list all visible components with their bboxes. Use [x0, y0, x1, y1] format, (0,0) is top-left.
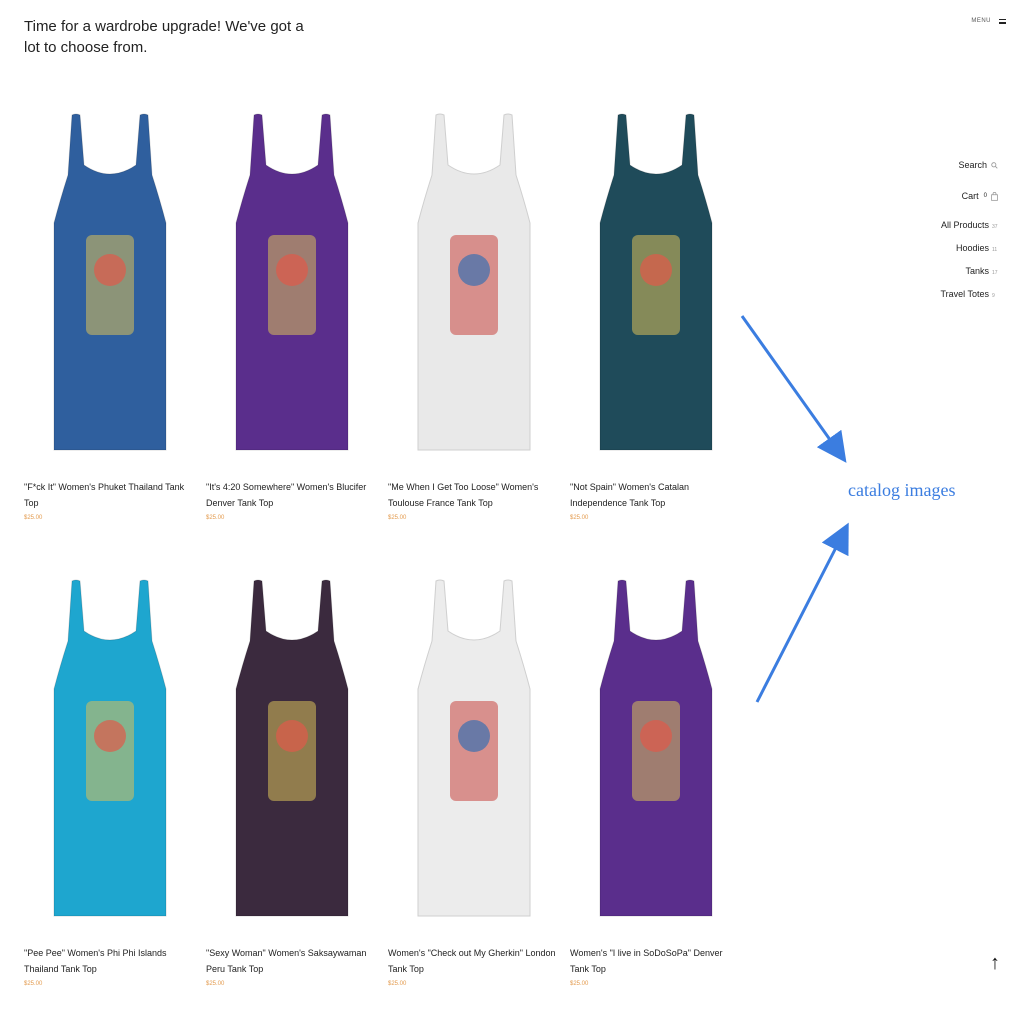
- tank-top-image: [235, 579, 349, 917]
- cart-label: Cart: [961, 191, 979, 201]
- menu-label: MENU: [971, 18, 991, 24]
- tank-top-image: [599, 113, 713, 451]
- product-price: $25.00: [570, 981, 589, 987]
- cart-count: 0: [983, 193, 987, 199]
- category-hoodies[interactable]: Hoodies 11: [940, 243, 998, 257]
- product-image[interactable]: [206, 105, 378, 460]
- tank-top-image: [599, 579, 713, 917]
- tank-top-image: [53, 113, 167, 451]
- hamburger-icon: [999, 18, 1006, 24]
- product-title[interactable]: "Not Spain" Women's Catalan Independence…: [570, 479, 742, 511]
- product-card[interactable]: "Not Spain" Women's Catalan Independence…: [570, 105, 742, 553]
- category-all-products[interactable]: All Products 37: [940, 220, 998, 234]
- product-price: $25.00: [206, 981, 225, 987]
- annotation-arrow-up: [755, 522, 849, 703]
- product-grid: "F*ck It" Women's Phuket Thailand Tank T…: [24, 105, 742, 1019]
- product-title[interactable]: "Me When I Get Too Loose" Women's Toulou…: [388, 479, 560, 511]
- tank-top-image: [53, 579, 167, 917]
- category-count: 11: [992, 247, 998, 253]
- product-image[interactable]: [24, 571, 196, 926]
- product-title[interactable]: "It's 4:20 Somewhere" Women's Blucifer D…: [206, 479, 378, 511]
- product-price: $25.00: [388, 515, 407, 521]
- up-arrow-icon[interactable]: ↑: [990, 952, 1000, 975]
- product-card[interactable]: Women's "Check out My Gherkin" London Ta…: [388, 571, 560, 1019]
- product-image[interactable]: [24, 105, 196, 460]
- product-image[interactable]: [570, 105, 742, 460]
- product-title[interactable]: "Sexy Woman" Women's Saksaywaman Peru Ta…: [206, 945, 378, 977]
- product-card[interactable]: "Sexy Woman" Women's Saksaywaman Peru Ta…: [206, 571, 378, 1019]
- category-label: Tanks: [965, 266, 989, 276]
- product-card[interactable]: "F*ck It" Women's Phuket Thailand Tank T…: [24, 105, 196, 553]
- product-price: $25.00: [570, 515, 589, 521]
- product-title[interactable]: Women's "I live in SoDoSoPa" Denver Tank…: [570, 945, 742, 977]
- product-card[interactable]: Women's "I live in SoDoSoPa" Denver Tank…: [570, 571, 742, 1019]
- tank-top-image: [417, 579, 531, 917]
- product-price: $25.00: [24, 515, 43, 521]
- category-label: Travel Totes: [940, 289, 989, 299]
- shopping-bag-icon: [991, 191, 998, 201]
- sidebar: Search Cart 0 All Products 37 Hoodies 11 …: [940, 158, 998, 312]
- product-title[interactable]: "Pee Pee" Women's Phi Phi Islands Thaila…: [24, 945, 196, 977]
- product-title[interactable]: "F*ck It" Women's Phuket Thailand Tank T…: [24, 479, 196, 511]
- product-title[interactable]: Women's "Check out My Gherkin" London Ta…: [388, 945, 560, 977]
- cart-link[interactable]: Cart 0: [940, 189, 998, 203]
- product-image[interactable]: [388, 105, 560, 460]
- product-card[interactable]: "It's 4:20 Somewhere" Women's Blucifer D…: [206, 105, 378, 553]
- category-list: All Products 37 Hoodies 11 Tanks 17 Trav…: [940, 220, 998, 303]
- category-travel-totes[interactable]: Travel Totes 9: [940, 289, 998, 303]
- category-label: All Products: [940, 220, 989, 230]
- menu-button[interactable]: MENU: [971, 18, 1006, 24]
- category-count: 17: [992, 270, 998, 276]
- product-price: $25.00: [206, 515, 225, 521]
- category-count: 9: [992, 293, 995, 299]
- annotation-arrow-down: [740, 315, 847, 463]
- tank-top-image: [417, 113, 531, 451]
- category-tanks[interactable]: Tanks 17: [940, 266, 998, 280]
- annotation-label: catalog images: [848, 480, 956, 500]
- product-price: $25.00: [388, 981, 407, 987]
- product-image[interactable]: [388, 571, 560, 926]
- category-count: 37: [992, 224, 998, 230]
- tank-top-image: [235, 113, 349, 451]
- product-price: $25.00: [24, 981, 43, 987]
- product-image[interactable]: [570, 571, 742, 926]
- search-link[interactable]: Search: [940, 158, 998, 172]
- search-label: Search: [958, 160, 987, 170]
- product-card[interactable]: "Me When I Get Too Loose" Women's Toulou…: [388, 105, 560, 553]
- intro-text: Time for a wardrobe upgrade! We've got a…: [24, 18, 304, 56]
- product-card[interactable]: "Pee Pee" Women's Phi Phi Islands Thaila…: [24, 571, 196, 1019]
- search-icon: [991, 161, 998, 169]
- product-image[interactable]: [206, 571, 378, 926]
- category-label: Hoodies: [955, 243, 989, 253]
